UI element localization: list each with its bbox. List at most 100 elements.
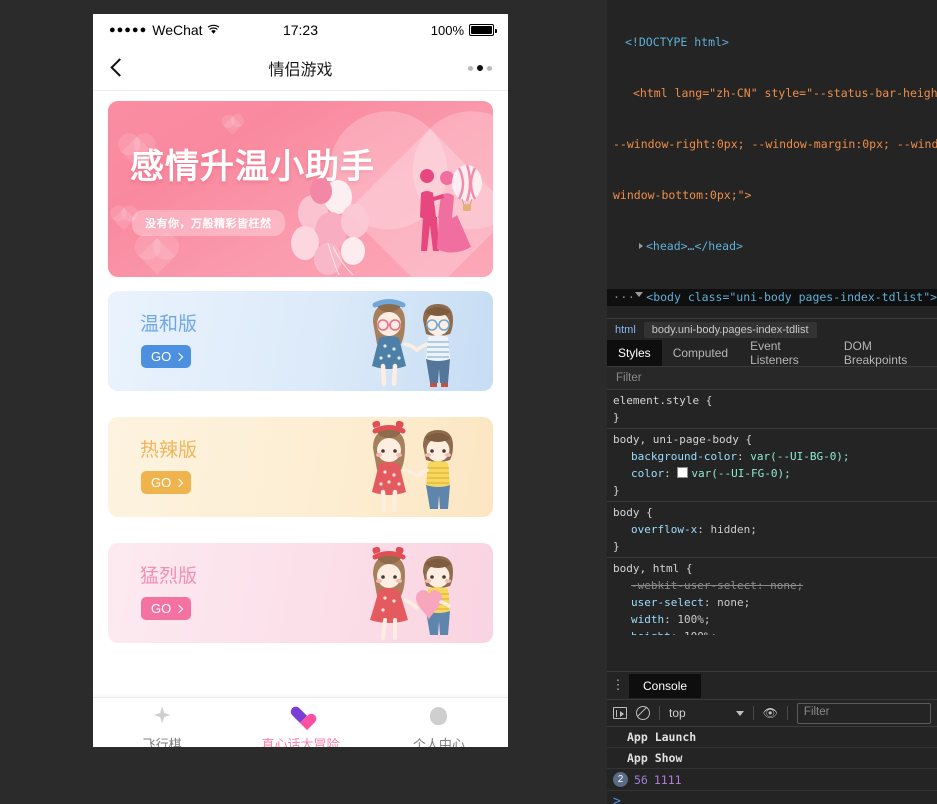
tab-event-listeners[interactable]: Event Listeners — [739, 340, 833, 366]
tab-label: 飞行棋 — [93, 734, 231, 748]
battery-full-icon — [469, 24, 494, 36]
dom-line[interactable]: <html lang="zh-CN" style="--status-bar-h… — [607, 85, 937, 102]
tab-profile[interactable]: 个人中心 — [370, 704, 508, 748]
diamond-icon — [150, 707, 174, 731]
css-property: user-select — [613, 594, 704, 611]
banner-subtitle: 没有你，万般精彩皆枉然 — [132, 210, 285, 236]
css-rule[interactable]: element.style { } — [607, 390, 937, 429]
dom-line[interactable]: --window-right:0px; --window-margin:0px;… — [607, 136, 937, 153]
dom-line[interactable]: <head>…</head> — [607, 238, 937, 255]
nav-bar: 情侣游戏 — [93, 46, 508, 91]
tab-dom-breakpoints[interactable]: DOM Breakpoints — [833, 340, 937, 366]
promo-banner[interactable]: 感情升温小助手 没有你，万般精彩皆枉然 — [108, 101, 493, 277]
tab-truth-or-dare[interactable]: 真心话大冒险 — [231, 704, 369, 748]
console-repeat-badge: 2 — [613, 772, 628, 787]
styles-filter-input[interactable]: Filter — [607, 367, 937, 390]
css-declaration[interactable]: height: 100%; — [613, 628, 937, 635]
dom-line[interactable]: <!DOCTYPE html> — [607, 34, 937, 51]
console-row[interactable]: App Show — [607, 748, 937, 769]
console-sidebar-icon[interactable] — [613, 707, 627, 719]
decor-heart-icon — [223, 116, 241, 134]
css-rule[interactable]: body, html { -webkit-user-select: none; … — [607, 558, 937, 635]
breadcrumb-item-html[interactable]: html — [607, 322, 644, 338]
devtools-panel: <!DOCTYPE html> <html lang="zh-CN" style… — [607, 0, 937, 804]
couple-illustration-mild — [361, 294, 471, 389]
css-declaration[interactable]: width: 100%; — [613, 611, 937, 628]
dom-tree[interactable]: <!DOCTYPE html> <html lang="zh-CN" style… — [607, 0, 937, 318]
mode-card-hot[interactable]: 热辣版 GO — [108, 417, 493, 517]
console-row[interactable]: App Launch — [607, 727, 937, 748]
status-bar-right: 100% — [431, 23, 494, 38]
css-declaration[interactable]: color: var(--UI-FG-0); — [613, 465, 937, 482]
css-value: 100%; — [684, 630, 717, 635]
css-property: height — [613, 628, 671, 635]
go-button-label: GO — [151, 349, 171, 364]
css-rule[interactable]: body, uni-page-body { background-color: … — [607, 429, 937, 502]
css-property: overflow-x — [613, 521, 697, 538]
phone-viewport: ●●●●● WeChat 17:23 100% 情侣游戏 — [93, 14, 508, 747]
console-toolbar: top 👁 Filter — [607, 700, 937, 727]
go-button[interactable]: GO — [141, 345, 191, 368]
screen-root: ●●●●● WeChat 17:23 100% 情侣游戏 — [0, 0, 937, 804]
css-rule-close: } — [613, 482, 937, 499]
tab-styles[interactable]: Styles — [607, 340, 662, 366]
decor-heart-icon — [139, 238, 176, 275]
css-value: 100%; — [677, 613, 710, 626]
css-declaration[interactable]: user-select: none; — [613, 594, 937, 611]
css-value: var(--UI-BG-0); — [750, 450, 849, 463]
tab-console[interactable]: Console — [629, 674, 701, 698]
css-selector: body, uni-page-body { — [613, 431, 937, 448]
chevron-right-icon — [175, 604, 183, 612]
more-vertical-icon[interactable]: ⋮ — [611, 679, 625, 692]
live-expression-icon[interactable]: 👁 — [763, 706, 778, 720]
chevron-down-icon — [736, 711, 744, 716]
banner-illustration — [283, 147, 493, 277]
go-button-label: GO — [151, 601, 171, 616]
clear-console-icon[interactable] — [636, 706, 650, 720]
mode-card-wild[interactable]: 猛烈版 GO — [108, 543, 493, 643]
couple-illustration-hot — [361, 420, 471, 515]
page-content: 感情升温小助手 没有你，万般精彩皆枉然 — [93, 101, 508, 747]
console-drawer: ⋮ Console top 👁 Filter App Launch App Sh… — [607, 671, 937, 804]
person-icon — [427, 707, 451, 731]
more-horizontal-icon[interactable] — [468, 65, 492, 71]
tab-flight-chess[interactable]: 飞行棋 — [93, 704, 231, 748]
css-selector: element.style { — [613, 392, 937, 409]
css-property: -webkit-user-select — [613, 577, 757, 594]
css-declaration[interactable]: -webkit-user-select: none; — [613, 577, 937, 594]
go-button[interactable]: GO — [141, 597, 191, 620]
css-rule-close: } — [613, 538, 937, 555]
breadcrumb-item-body[interactable]: body.uni-body.pages-index-tdlist — [644, 322, 817, 338]
css-property: color — [613, 465, 664, 482]
styles-tabstrip: Styles Computed Event Listeners DOM Brea… — [607, 340, 937, 367]
css-declaration[interactable]: overflow-x: hidden; — [613, 521, 937, 538]
balloons-illustration — [283, 147, 493, 277]
go-button[interactable]: GO — [141, 471, 191, 494]
css-value: var(--UI-FG-0); — [691, 467, 790, 480]
css-declaration[interactable]: background-color: var(--UI-BG-0); — [613, 448, 937, 465]
tab-label: 真心话大冒险 — [231, 734, 369, 748]
toolbar-divider — [659, 706, 660, 720]
page-title: 情侣游戏 — [93, 56, 508, 80]
mode-card-title: 热辣版 — [140, 435, 197, 462]
css-property: width — [613, 611, 664, 628]
console-output: App Launch App Show 2 56 1111 > — [607, 727, 937, 804]
toolbar-divider — [753, 706, 754, 720]
heart-icon — [288, 707, 312, 731]
css-rule[interactable]: body { overflow-x: hidden; } — [607, 502, 937, 558]
color-swatch[interactable] — [677, 467, 688, 478]
console-row[interactable]: 2 56 1111 — [607, 769, 937, 791]
couple-illustration-wild — [361, 546, 471, 641]
console-drawer-header: ⋮ Console — [607, 672, 937, 700]
breadcrumb: html body.uni-body.pages-index-tdlist — [607, 318, 937, 340]
mode-card-mild[interactable]: 温和版 GO — [108, 291, 493, 391]
console-prompt[interactable]: > — [607, 791, 937, 804]
chevron-right-icon — [175, 352, 183, 360]
tab-computed[interactable]: Computed — [662, 340, 739, 366]
battery-percent-label: 100% — [431, 23, 464, 38]
dom-line-selected[interactable]: ···<body class="uni-body pages-index-tdl… — [607, 289, 937, 306]
console-context-select[interactable]: top — [669, 706, 744, 720]
dom-line[interactable]: window-bottom:0px;"> — [607, 187, 937, 204]
console-filter-input[interactable]: Filter — [797, 703, 931, 724]
css-value: hidden; — [710, 523, 756, 536]
